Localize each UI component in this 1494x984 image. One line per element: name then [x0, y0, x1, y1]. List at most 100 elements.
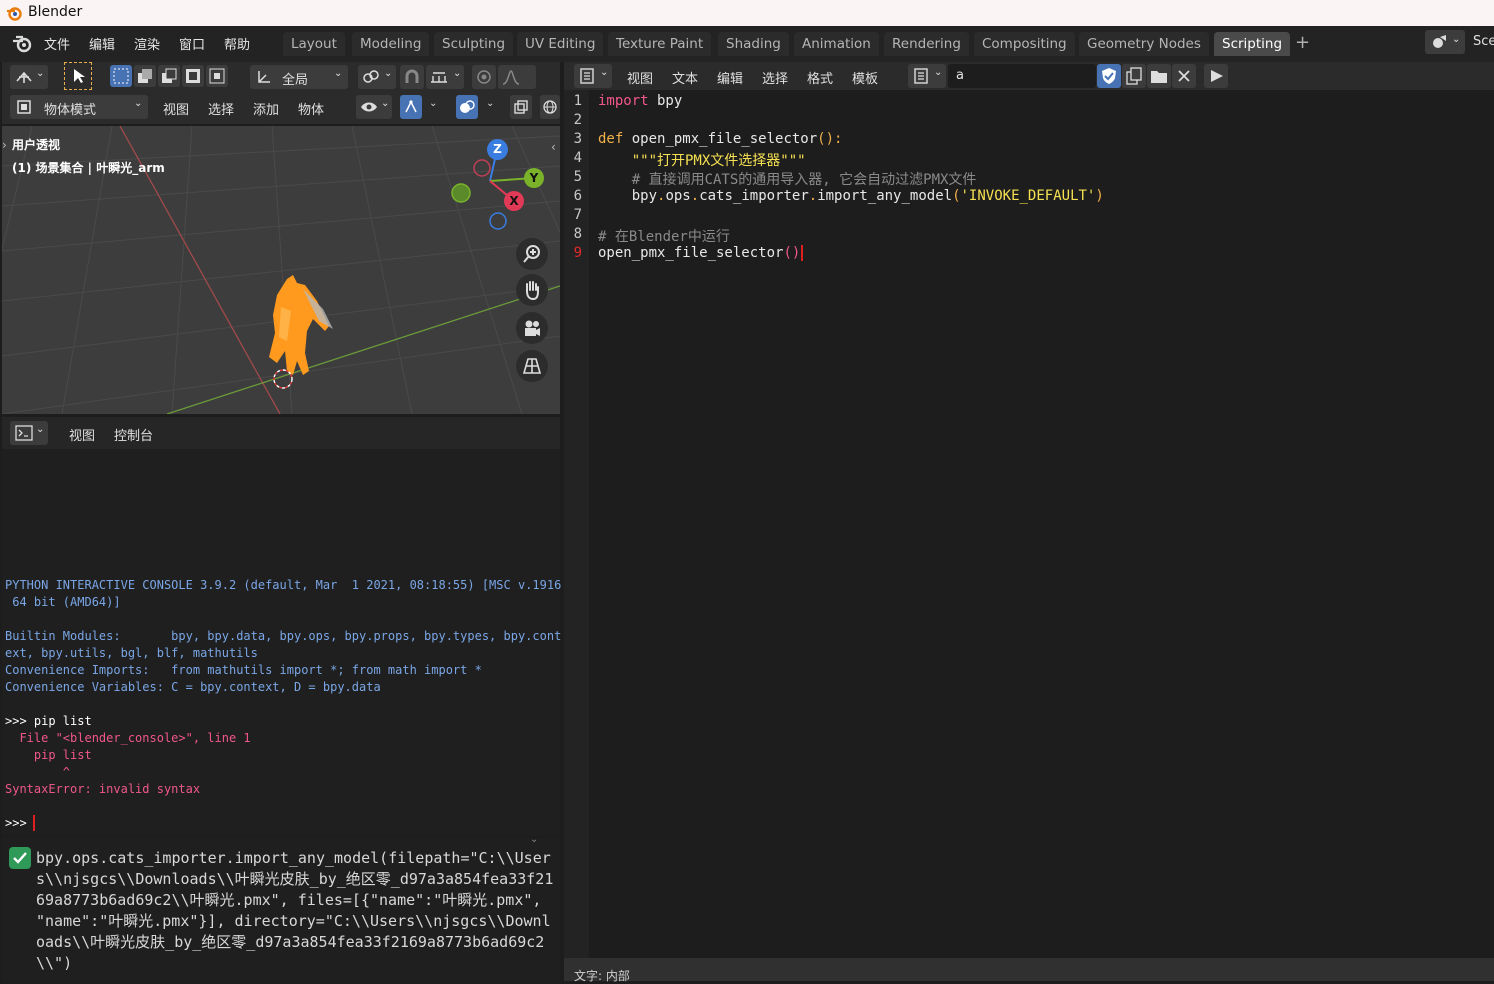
chevron-down-icon[interactable]: ⌄ [429, 98, 437, 109]
select-mode-intersect-button[interactable] [206, 65, 228, 87]
gizmo-z-axis[interactable]: Z [487, 139, 508, 160]
info-report-text[interactable]: bpy.ops.cats_importer.import_any_model(f… [36, 848, 556, 974]
proportional-edit-button[interactable] [472, 65, 496, 89]
tab-rendering[interactable]: Rendering [884, 32, 969, 56]
select-subtract-icon [162, 68, 177, 83]
console-menu-console[interactable]: 控制台 [114, 425, 153, 444]
transform-orientation-dropdown[interactable]: 全局 ⌄ [250, 65, 348, 89]
code-line[interactable]: bpy.ops.cats_importer.import_any_model('… [598, 188, 1104, 204]
editor-menu-edit[interactable]: 编辑 [717, 68, 743, 87]
select-mode-extend-button[interactable] [134, 65, 156, 87]
chevron-down-icon[interactable]: ⌄ [486, 98, 494, 109]
tab-compositing[interactable]: Compositing [974, 32, 1075, 56]
info-log-panel[interactable]: ⌄ bpy.ops.cats_importer.import_any_model… [2, 834, 560, 981]
scene-selector-button[interactable]: ⌄ [1425, 30, 1465, 54]
viewport-tool-header: ⌄ 全局 ⌄ ⌄ ⌄ [2, 62, 560, 92]
run-script-button[interactable] [1204, 64, 1228, 88]
tab-scripting[interactable]: Scripting [1214, 32, 1291, 56]
menu-file[interactable]: 文件 [44, 34, 70, 53]
blender-menu-icon[interactable] [11, 34, 33, 54]
code-line[interactable]: open_pmx_file_selector()​ [598, 245, 804, 261]
menu-help[interactable]: 帮助 [224, 34, 250, 53]
visibility-dropdown[interactable]: ⌄ [356, 95, 392, 119]
pivot-point-dropdown[interactable]: ⌄ [358, 65, 396, 89]
editor-menu-text[interactable]: 文本 [672, 68, 698, 87]
show-overlays-button[interactable] [456, 95, 478, 119]
3d-viewport[interactable]: › 用户透视 (1) 场景集合 | 叶瞬光_arm ‹ Z Y X [2, 126, 560, 414]
show-gizmo-button[interactable] [400, 95, 422, 119]
chevron-down-icon: ⌄ [1452, 34, 1461, 45]
pan-view-button[interactable] [516, 274, 548, 306]
code-line[interactable]: """打开PMX文件选择器""" [598, 150, 806, 170]
orientation-axes-icon [258, 71, 270, 83]
text-cursor: ​ [801, 245, 804, 261]
code-line[interactable]: def open_pmx_file_selector(): [598, 131, 842, 147]
expand-sidebar-icon[interactable]: ‹ [551, 140, 556, 154]
line-number-gutter: 1 2 3 4 5 6 7 8 9 [564, 90, 589, 958]
proportional-falloff-dropdown[interactable] [498, 65, 536, 89]
gizmo-y-axis[interactable]: Y [524, 168, 544, 188]
code-token: import [598, 93, 649, 109]
wireframe-sphere-icon [543, 100, 557, 114]
select-mode-new-button[interactable] [110, 65, 132, 87]
proportional-circle-icon [477, 70, 491, 84]
expand-toolbar-icon[interactable]: › [2, 138, 7, 152]
zoom-view-button[interactable] [516, 238, 548, 270]
console-menu-view[interactable]: 视图 [69, 425, 95, 444]
code-line[interactable]: import bpy [598, 93, 682, 109]
menu-render[interactable]: 渲染 [134, 34, 160, 53]
falloff-curve-icon [502, 70, 520, 85]
chevron-down-icon[interactable]: ⌄ [530, 834, 538, 845]
code-line[interactable]: # 直接调用CATS的通用导入器, 它会自动过滤PMX文件 [598, 169, 977, 189]
code-line[interactable]: # 在Blender中运行 [598, 226, 730, 246]
editor-menu-view[interactable]: 视图 [627, 68, 653, 87]
xray-toggle-button[interactable] [510, 95, 532, 119]
editor-menu-select[interactable]: 选择 [762, 68, 788, 87]
editor-menu-templates[interactable]: 模板 [852, 68, 878, 87]
tab-shading[interactable]: Shading [718, 32, 789, 56]
select-mode-invert-button[interactable] [182, 65, 204, 87]
tab-modeling[interactable]: Modeling [352, 32, 430, 56]
line-number: 9 [573, 245, 582, 261]
new-text-button[interactable] [1122, 64, 1146, 88]
fake-user-toggle[interactable] [1097, 64, 1121, 88]
tab-sculpting[interactable]: Sculpting [434, 32, 514, 56]
character-model[interactable] [247, 271, 342, 401]
chevron-down-icon: ⌄ [384, 68, 393, 79]
tab-layout[interactable]: Layout [283, 32, 345, 56]
open-text-button[interactable] [1147, 64, 1171, 88]
unlink-text-button[interactable] [1172, 64, 1196, 88]
wireframe-shading-button[interactable] [540, 95, 560, 119]
code-editor-area[interactable]: import bpy def open_pmx_file_selector(): … [589, 90, 1494, 958]
select-tool-button[interactable] [64, 62, 92, 90]
text-name-field[interactable]: a [948, 64, 1096, 88]
menu-window[interactable]: 窗口 [179, 34, 205, 53]
camera-view-button[interactable] [516, 312, 548, 344]
menu-edit[interactable]: 编辑 [89, 34, 115, 53]
viewport-menu-select[interactable]: 选择 [208, 99, 234, 118]
viewport-menu-add[interactable]: 添加 [253, 99, 279, 118]
editor-type-text-button[interactable]: ⌄ [574, 64, 612, 88]
scene-name[interactable]: Sce [1473, 34, 1494, 49]
snap-target-dropdown[interactable]: ⌄ [426, 65, 464, 89]
text-browse-dropdown[interactable]: ⌄ [908, 64, 946, 88]
viewport-menu-view[interactable]: 视图 [163, 99, 189, 118]
editor-menu-format[interactable]: 格式 [807, 68, 833, 87]
toggle-projection-button[interactable] [516, 350, 548, 382]
python-console[interactable]: PYTHON INTERACTIVE CONSOLE 3.9.2 (defaul… [2, 449, 562, 835]
editor-type-console-button[interactable]: ⌄ [10, 421, 48, 445]
text-editor-icon [580, 68, 594, 84]
object-mode-dropdown[interactable]: 物体模式 ⌄ [10, 95, 148, 119]
console-line: PYTHON INTERACTIVE CONSOLE 3.9.2 (defaul… [5, 578, 562, 592]
tab-texture-paint[interactable]: Texture Paint [608, 32, 712, 56]
editor-type-3d-button[interactable]: ⌄ [10, 65, 48, 89]
tab-uv-editing[interactable]: UV Editing [517, 32, 604, 56]
viewport-menu-object[interactable]: 物体 [298, 99, 324, 118]
tab-geometry-nodes[interactable]: Geometry Nodes [1079, 32, 1209, 56]
select-mode-subtract-button[interactable] [158, 65, 180, 87]
code-token: . [808, 188, 818, 204]
snap-toggle-button[interactable] [400, 65, 424, 89]
gizmo-x-axis[interactable]: X [504, 191, 524, 211]
add-workspace-icon[interactable]: + [1295, 32, 1310, 53]
tab-animation[interactable]: Animation [794, 32, 879, 56]
